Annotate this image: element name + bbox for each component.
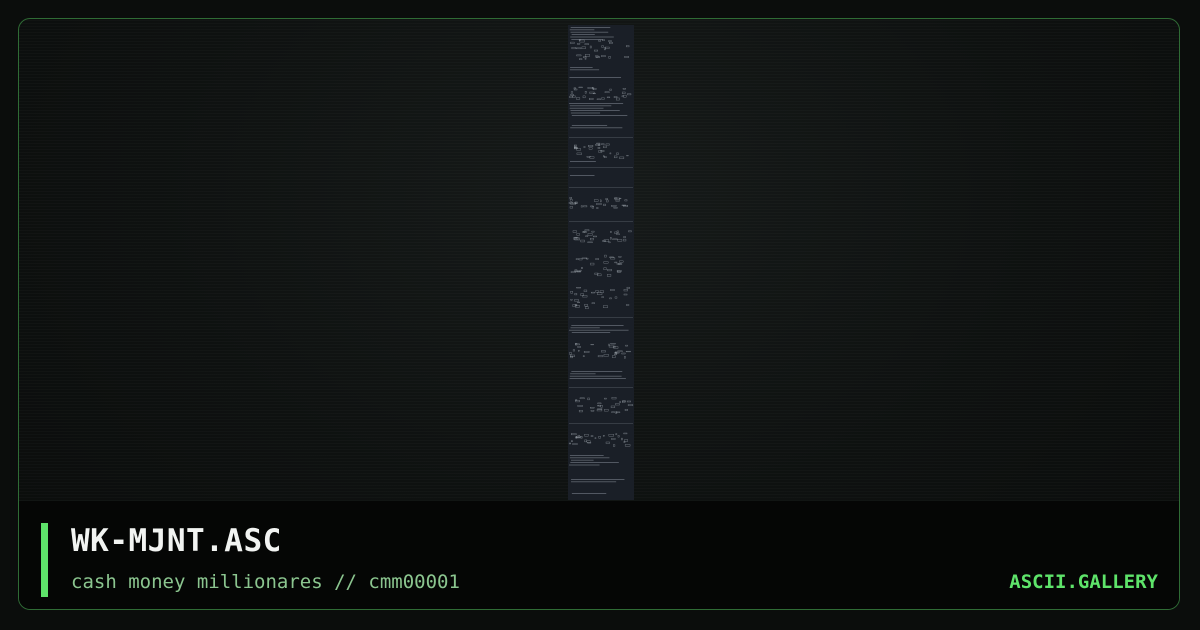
card-footer: WK-MJNT.ASC cash money millionares // cm… (19, 500, 1179, 609)
ascii-art-thumbnail (568, 27, 634, 494)
page-subtitle: cash money millionares // cmm00001 (71, 571, 460, 593)
card-frame: WK-MJNT.ASC cash money millionares // cm… (18, 18, 1180, 610)
page-title: WK-MJNT.ASC (71, 523, 282, 559)
accent-bar (41, 523, 48, 597)
brand-link[interactable]: ASCII.GALLERY (1009, 571, 1158, 593)
ascii-art-preview[interactable] (568, 25, 634, 501)
